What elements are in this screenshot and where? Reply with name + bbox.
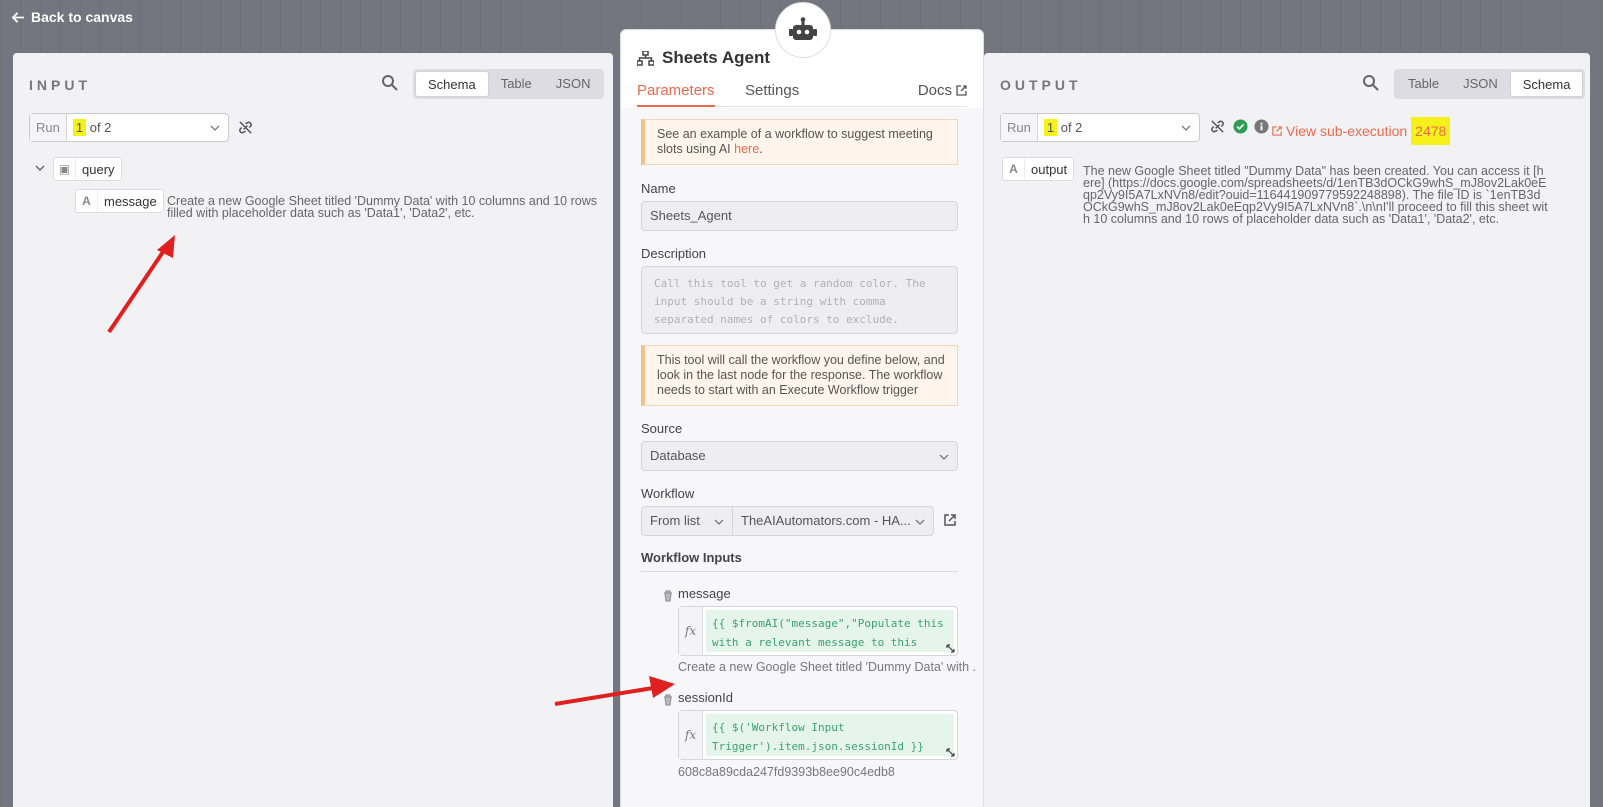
info-icon[interactable] xyxy=(1254,119,1269,134)
description-label: Description xyxy=(641,246,707,261)
node-tabs: Parameters Settings Docs xyxy=(637,80,967,107)
workflow-inputs-heading: Workflow Inputs xyxy=(641,550,958,572)
node-title-text: Sheets Agent xyxy=(662,48,771,67)
object-icon: ▣ xyxy=(54,158,76,180)
output-value: The new Google Sheet titled "Dummy Data"… xyxy=(1083,164,1548,226)
info-note: This tool will call the workflow you def… xyxy=(641,345,958,406)
input-tab-table[interactable]: Table xyxy=(489,71,544,97)
run-value: 1 of 2 xyxy=(1038,119,1199,136)
chevron-down-icon xyxy=(714,519,724,525)
back-to-canvas-button[interactable]: Back to canvas xyxy=(12,9,133,25)
workflow-value: TheAIAutomators.com - HA... xyxy=(741,513,911,528)
sitemap-icon xyxy=(637,50,654,66)
view-subexecution-link[interactable]: View sub-execution 2478 xyxy=(1272,117,1451,145)
output-view-tabs: Table JSON Schema xyxy=(1394,69,1586,99)
open-workflow-icon[interactable] xyxy=(943,513,957,527)
workflow-mode-select[interactable]: From list xyxy=(641,506,733,536)
example-note-link[interactable]: here xyxy=(734,142,759,156)
trash-icon[interactable] xyxy=(663,590,673,602)
input-message-name: message xyxy=(678,586,731,601)
output-tab-table[interactable]: Table xyxy=(1396,71,1451,97)
arrow-left-icon xyxy=(12,11,25,23)
tab-settings[interactable]: Settings xyxy=(745,82,799,99)
output-chip[interactable]: A output xyxy=(1002,157,1075,181)
output-tab-json[interactable]: JSON xyxy=(1451,71,1510,97)
input-title: INPUT xyxy=(29,77,91,93)
description-textarea[interactable]: Call this tool to get a random color. Th… xyxy=(641,266,958,334)
output-title: OUTPUT xyxy=(1000,77,1082,93)
input-run-select[interactable]: Run 1 of 2 xyxy=(29,113,229,142)
query-label: query xyxy=(82,161,115,177)
run-label: Run xyxy=(30,114,67,141)
output-label: output xyxy=(1031,161,1068,177)
input-tab-schema[interactable]: Schema xyxy=(415,71,489,97)
output-tab-schema[interactable]: Schema xyxy=(1509,71,1584,97)
node-title: Sheets Agent xyxy=(637,48,770,68)
string-type-icon: A xyxy=(1003,158,1025,180)
expand-icon[interactable] xyxy=(946,748,955,757)
collapse-chevron-icon[interactable] xyxy=(35,163,45,173)
output-run-select[interactable]: Run 1 of 2 xyxy=(1000,113,1200,142)
run-value: 1 of 2 xyxy=(67,119,228,136)
back-label: Back to canvas xyxy=(31,9,133,25)
robot-icon xyxy=(775,2,831,58)
input-tab-json[interactable]: JSON xyxy=(544,71,603,97)
message-label: message xyxy=(104,193,157,209)
run-label: Run xyxy=(1001,114,1038,141)
example-note: See an example of a workflow to suggest … xyxy=(641,119,958,165)
external-link-icon xyxy=(1272,126,1282,136)
query-chip: ▣ query xyxy=(53,157,122,181)
fx-icon: fx xyxy=(679,711,703,759)
chevron-down-icon xyxy=(1181,125,1191,131)
message-value: Create a new Google Sheet titled 'Dummy … xyxy=(167,194,597,220)
annotation-arrow-icon xyxy=(554,676,675,706)
sessionid-resolved: 608c8a89cda247fd9393b8ee90c4edb8 xyxy=(678,765,895,779)
input-sessionid-name: sessionId xyxy=(678,690,733,705)
example-note-text: See an example of a workflow to suggest … xyxy=(657,127,933,156)
input-sessionid-expression[interactable]: fx {{ $('Workflow Input Trigger').item.j… xyxy=(678,710,958,760)
run-total: of 2 xyxy=(1060,120,1083,135)
fx-icon: fx xyxy=(679,607,703,655)
message-resolved: Create a new Google Sheet titled 'Dummy … xyxy=(678,660,976,674)
message-chip[interactable]: A message xyxy=(75,189,164,213)
expand-icon[interactable] xyxy=(946,644,955,653)
name-input[interactable]: Sheets_Agent xyxy=(641,201,958,231)
unlink-icon[interactable] xyxy=(238,120,253,135)
subexec-label: View sub-execution xyxy=(1286,123,1408,139)
external-link-icon xyxy=(956,85,967,96)
source-select[interactable]: Database xyxy=(641,441,958,471)
string-type-icon: A xyxy=(76,190,98,212)
success-check-icon xyxy=(1233,119,1248,134)
input-panel: INPUT Schema Table JSON Run 1 of 2 ▣ que… xyxy=(13,53,613,807)
sessionid-expression-code: {{ $('Workflow Input Trigger').item.json… xyxy=(706,714,954,756)
run-current: 1 xyxy=(1043,119,1058,136)
subexec-id: 2478 xyxy=(1411,117,1451,145)
search-icon[interactable] xyxy=(381,74,399,92)
search-icon[interactable] xyxy=(1362,74,1380,92)
chevron-down-icon xyxy=(939,454,949,460)
annotation-arrow-icon xyxy=(107,235,175,334)
workflow-select[interactable]: TheAIAutomators.com - HA... xyxy=(732,506,934,536)
run-total: of 2 xyxy=(89,120,112,135)
output-panel: OUTPUT Table JSON Schema Run 1 of 2 View… xyxy=(984,53,1590,807)
input-message-expression[interactable]: fx {{ $fromAI("message","Populate this w… xyxy=(678,606,958,656)
input-view-tabs: Schema Table JSON xyxy=(413,69,605,99)
chevron-down-icon xyxy=(210,125,220,131)
docs-label: Docs xyxy=(917,82,952,99)
name-label: Name xyxy=(641,181,676,196)
message-expression-code: {{ $fromAI("message","Populate this with… xyxy=(706,610,954,652)
source-label: Source xyxy=(641,421,683,436)
source-value: Database xyxy=(650,448,706,463)
workflow-label: Workflow xyxy=(641,486,695,501)
docs-link[interactable]: Docs xyxy=(918,82,967,99)
run-current: 1 xyxy=(72,119,87,136)
chevron-down-icon xyxy=(915,519,925,525)
tab-parameters[interactable]: Parameters xyxy=(637,82,715,107)
workflow-mode-value: From list xyxy=(650,513,700,528)
unlink-icon[interactable] xyxy=(1210,119,1225,134)
